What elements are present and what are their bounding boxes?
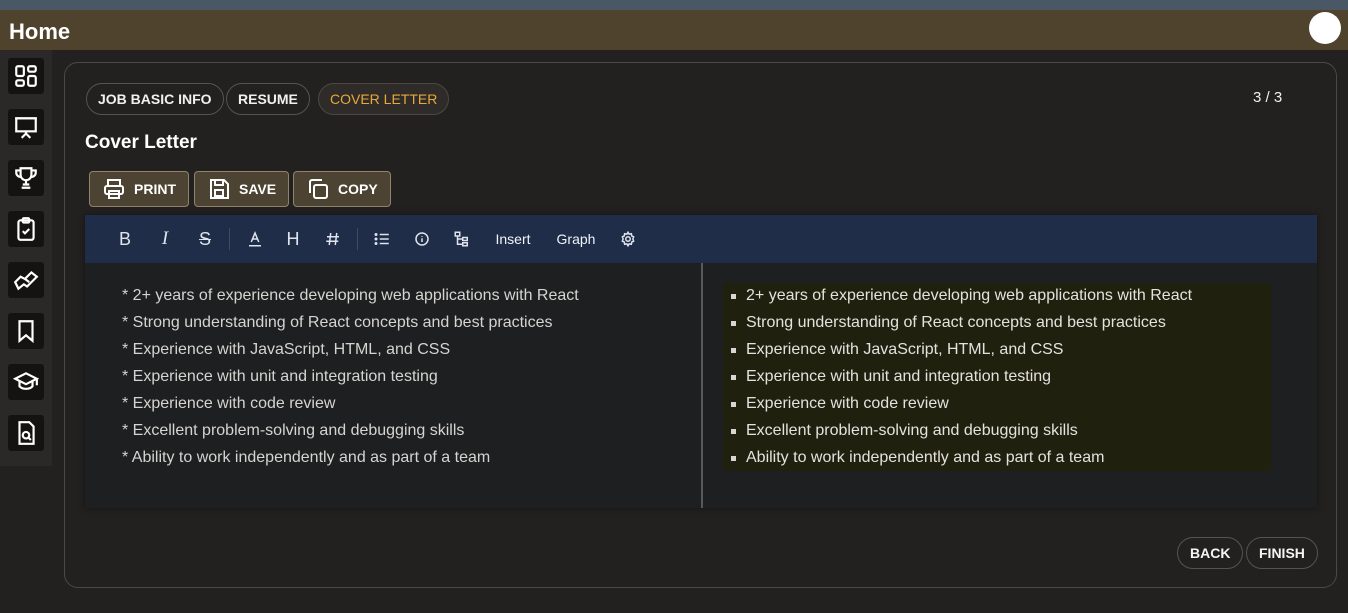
graduation-cap-icon <box>13 372 39 390</box>
trophy-icon <box>15 167 37 189</box>
save-button[interactable]: SAVE <box>194 171 290 207</box>
app-title: Home <box>9 19 71 44</box>
document-search-icon <box>18 421 35 445</box>
list-bullet <box>731 294 736 299</box>
dashboard-icon <box>15 65 37 87</box>
sidebar-item-presentation[interactable] <box>8 109 44 145</box>
save-icon <box>210 179 229 199</box>
list-bullet <box>731 456 736 461</box>
preview-list-item: Excellent problem-solving and debugging … <box>746 422 1078 439</box>
sidebar-item-trophy[interactable] <box>8 160 44 196</box>
copy-icon <box>309 179 328 199</box>
editor-preview-pane: 2+ years of experience developing web ap… <box>723 283 1271 471</box>
info-icon <box>415 232 429 246</box>
step-resume[interactable]: RESUME <box>226 83 310 115</box>
list-bullet <box>731 429 736 434</box>
print-label: PRINT <box>134 181 176 197</box>
info-button[interactable] <box>412 227 432 251</box>
toolbar-separator <box>229 228 230 250</box>
preview-list-item: Strong understanding of React concepts a… <box>746 314 1166 331</box>
insert-button[interactable]: Insert <box>495 227 531 251</box>
handshake-icon <box>13 270 39 291</box>
source-line: * Experience with JavaScript, HTML, and … <box>122 341 451 358</box>
clipboard-check-icon <box>17 217 35 241</box>
preview-list-item: Ability to work independently and as par… <box>746 449 1105 466</box>
sidebar-item-dashboard[interactable] <box>8 58 44 94</box>
tree-structure-icon <box>454 231 468 247</box>
settings-button[interactable] <box>618 227 638 251</box>
bookmark-icon <box>18 320 34 344</box>
list-bullet <box>731 402 736 407</box>
avatar[interactable] <box>1309 12 1341 44</box>
list-icon <box>374 233 389 245</box>
back-button[interactable]: BACK <box>1177 537 1244 569</box>
preview-list-item: Experience with unit and integration tes… <box>746 368 1052 385</box>
app-bar: Home <box>0 10 1348 50</box>
hashtag-icon <box>326 232 339 246</box>
source-line: * Experience with code review <box>122 395 336 412</box>
list-bullet <box>731 321 736 326</box>
italic-button[interactable]: I <box>155 227 175 251</box>
sidebar-item-document-search[interactable] <box>8 415 44 451</box>
preview-list-item: Experience with code review <box>746 395 949 412</box>
print-button[interactable]: PRINT <box>89 171 189 207</box>
font-color-icon <box>249 231 261 247</box>
graph-button[interactable]: Graph <box>555 227 597 251</box>
source-line: * Ability to work independently and as p… <box>122 449 491 466</box>
step-cover-letter[interactable]: COVER LETTER <box>318 83 450 115</box>
printer-icon <box>104 179 124 199</box>
sidebar-item-education[interactable] <box>8 364 44 400</box>
source-line: * Excellent problem-solving and debuggin… <box>122 422 465 439</box>
finish-button[interactable]: FINISH <box>1246 537 1318 569</box>
list-bullet <box>731 348 736 353</box>
source-line: * 2+ years of experience developing web … <box>122 287 579 304</box>
source-line: * Experience with unit and integration t… <box>122 368 438 385</box>
step-pager: 3 / 3 <box>1253 89 1283 106</box>
sidebar-item-handshake[interactable] <box>8 262 44 298</box>
pane-divider[interactable] <box>701 263 703 508</box>
sidebar-item-bookmarks[interactable] <box>8 313 44 349</box>
step-job-basic-info[interactable]: JOB BASIC INFO <box>86 83 224 115</box>
hashtag-button[interactable] <box>323 227 343 251</box>
gear-icon <box>621 230 635 248</box>
heading-button[interactable]: H <box>283 227 303 251</box>
page-title: Cover Letter <box>85 132 197 153</box>
tree-button[interactable] <box>452 227 472 251</box>
preview-list-item: 2+ years of experience developing web ap… <box>746 287 1193 304</box>
presentation-icon <box>15 117 37 139</box>
preview-list-item: Experience with JavaScript, HTML, and CS… <box>746 341 1064 358</box>
copy-button[interactable]: COPY <box>293 171 391 207</box>
markdown-editor: B I S H Insert Graph * 2+ years of exper… <box>85 215 1317 508</box>
bold-button[interactable]: B <box>115 227 135 251</box>
sidebar-item-tasks[interactable] <box>8 211 44 247</box>
window-top-strip <box>0 0 1348 10</box>
editor-toolbar: B I S H Insert Graph <box>85 215 1317 263</box>
copy-label: COPY <box>338 181 378 197</box>
save-label: SAVE <box>239 181 277 197</box>
toolbar-separator <box>357 228 358 250</box>
font-color-button[interactable] <box>243 227 267 251</box>
editor-source-pane[interactable]: * 2+ years of experience developing web … <box>85 263 701 508</box>
source-line: * Strong understanding of React concepts… <box>122 314 553 331</box>
strikethrough-button[interactable]: S <box>195 227 215 251</box>
list-button[interactable] <box>372 227 392 251</box>
sidebar <box>0 50 52 466</box>
list-bullet <box>731 375 736 380</box>
